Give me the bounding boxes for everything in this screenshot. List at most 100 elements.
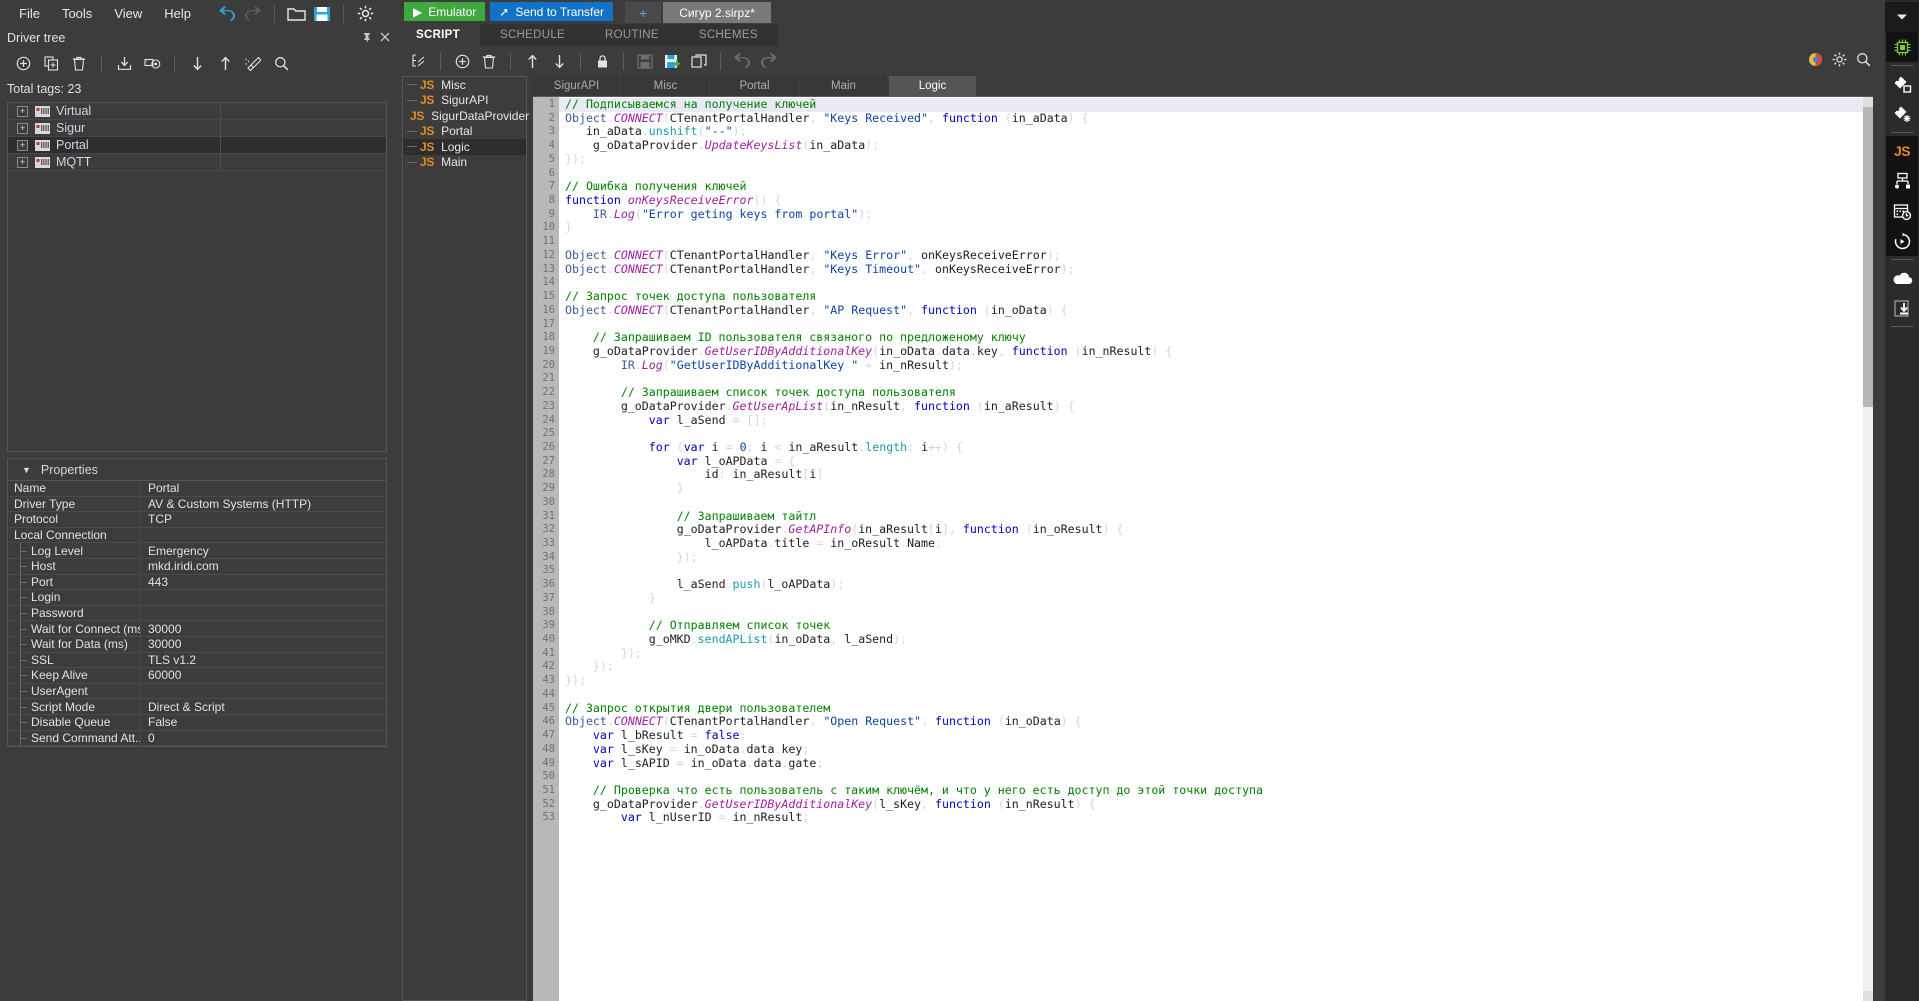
add-driver-icon[interactable] xyxy=(10,52,36,74)
code-line[interactable] xyxy=(559,427,1873,441)
property-value[interactable]: 443 xyxy=(141,575,386,590)
menu-help[interactable]: Help xyxy=(153,3,202,24)
code-line[interactable]: id: in_aResult[i] xyxy=(559,468,1873,482)
copy-driver-icon[interactable] xyxy=(38,52,64,74)
scroll-down-arrow[interactable] xyxy=(1863,991,1873,1001)
delete-driver-icon[interactable] xyxy=(66,52,92,74)
code-line[interactable]: l_aSend.push(l_oAPData); xyxy=(559,578,1873,592)
code-line[interactable]: // Запрос открытия двери пользователем xyxy=(559,702,1873,716)
lock-icon[interactable] xyxy=(589,50,615,72)
save-icon[interactable] xyxy=(632,50,658,72)
open-folder-icon[interactable] xyxy=(283,3,309,25)
property-value[interactable] xyxy=(141,684,386,699)
property-value[interactable]: 30000 xyxy=(141,637,386,652)
code-line[interactable]: g_oDataProvider.UpdateKeysList(in_aData)… xyxy=(559,139,1873,153)
move-down-icon[interactable] xyxy=(184,52,210,74)
property-row[interactable]: UserAgent xyxy=(8,684,386,700)
code-line[interactable]: g_oDataProvider.GetUserIDByAdditionalKey… xyxy=(559,345,1873,359)
script-file-item[interactable]: JSSigurAPI xyxy=(403,93,526,109)
js-icon[interactable]: JS xyxy=(1886,136,1918,166)
section-tab-schemes[interactable]: SCHEMES xyxy=(679,24,778,46)
download-icon[interactable] xyxy=(1886,293,1918,323)
import-db-icon[interactable] xyxy=(139,52,165,74)
tag-add-icon[interactable] xyxy=(1886,69,1918,99)
code-line[interactable]: var l_bResult = false; xyxy=(559,729,1873,743)
save-all-icon[interactable] xyxy=(659,50,685,72)
property-row[interactable]: Script ModeDirect & Script xyxy=(8,699,386,715)
code-line[interactable]: g_oDataProvider.GetAPInfo(in_aResult[i],… xyxy=(559,523,1873,537)
driver-tree-node[interactable]: +MQTT xyxy=(8,154,386,171)
document-tab-sigur2[interactable]: Сигур 2.sirpz* xyxy=(663,2,771,23)
save-icon[interactable] xyxy=(309,3,335,25)
settings-icon[interactable] xyxy=(1832,52,1847,70)
code-line[interactable]: // Запрашиваем ID пользователя связаного… xyxy=(559,331,1873,345)
history-icon[interactable] xyxy=(1886,226,1918,256)
script-file-item[interactable]: JSSigurDataProvider xyxy=(403,108,526,124)
property-value[interactable] xyxy=(141,590,386,605)
delete-icon[interactable] xyxy=(476,50,502,72)
property-value[interactable]: TCP xyxy=(141,512,386,527)
chevron-down-icon[interactable] xyxy=(1885,2,1919,32)
property-value[interactable]: 60000 xyxy=(141,668,386,683)
property-row[interactable]: Hostmkd.iridi.com xyxy=(8,559,386,575)
code-line[interactable]: }); xyxy=(559,647,1873,661)
code-line[interactable] xyxy=(559,372,1873,386)
property-row[interactable]: NamePortal xyxy=(8,481,386,497)
property-row[interactable]: Log LevelEmergency xyxy=(8,543,386,559)
property-value[interactable]: False xyxy=(141,715,386,730)
code-line[interactable]: // Проверка что есть пользователь с таки… xyxy=(559,784,1873,798)
property-value[interactable] xyxy=(141,606,386,621)
script-file-item[interactable]: JSMisc xyxy=(403,77,526,93)
driver-tree[interactable]: +Virtual+Sigur+Portal+MQTT xyxy=(7,102,387,452)
code-line[interactable] xyxy=(559,235,1873,249)
properties-header[interactable]: ▼ Properties xyxy=(7,458,387,480)
code-tab-main[interactable]: Main xyxy=(800,76,887,96)
code-line[interactable]: g_oMKD.sendAPList(in_oData, l_aSend); xyxy=(559,633,1873,647)
code-line[interactable] xyxy=(559,606,1873,620)
code-line[interactable]: } xyxy=(559,592,1873,606)
property-row[interactable]: Local Connection xyxy=(8,528,386,544)
driver-tree-node[interactable]: +Sigur xyxy=(8,120,386,137)
code-line[interactable]: // Запрашиваем список точек доступа поль… xyxy=(559,386,1873,400)
code-line[interactable]: for (var i = 0; i < in_aResult.length; i… xyxy=(559,441,1873,455)
code-tab-misc[interactable]: Misc xyxy=(622,76,709,96)
tree-expander-icon[interactable]: + xyxy=(17,140,28,151)
property-row[interactable]: ProtocolTCP xyxy=(8,512,386,528)
redo-icon[interactable] xyxy=(756,50,782,72)
search-icon[interactable] xyxy=(1856,52,1871,70)
code-line[interactable]: Object.CONNECT(CTenantPortalHandler, "Ke… xyxy=(559,249,1873,263)
code-line[interactable] xyxy=(559,770,1873,784)
code-line[interactable]: Object.CONNECT(CTenantPortalHandler, "Ke… xyxy=(559,112,1873,126)
move-up-icon[interactable] xyxy=(519,50,545,72)
code-line[interactable]: } xyxy=(559,221,1873,235)
code-line[interactable] xyxy=(559,167,1873,181)
pin-icon[interactable] xyxy=(362,31,372,45)
scroll-thumb[interactable] xyxy=(1863,107,1873,407)
chip-icon[interactable] xyxy=(1886,32,1918,62)
move-down-icon[interactable] xyxy=(546,50,572,72)
code-line[interactable]: } xyxy=(559,482,1873,496)
code-line[interactable] xyxy=(559,496,1873,510)
property-row[interactable]: Keep Alive60000 xyxy=(8,668,386,684)
property-value[interactable]: Emergency xyxy=(141,543,386,558)
chevron-down-icon[interactable]: ▼ xyxy=(22,465,31,475)
property-row[interactable]: Wait for Connect (ms)30000 xyxy=(8,621,386,637)
property-row[interactable]: SSLTLS v1.2 xyxy=(8,653,386,669)
code-line[interactable]: var l_oAPData = { xyxy=(559,455,1873,469)
code-line[interactable]: IR.Log("GetUserIDByAdditionalKey " + in_… xyxy=(559,359,1873,373)
code-line[interactable]: function onKeysReceiveError() { xyxy=(559,194,1873,208)
code-line[interactable]: Object.CONNECT(CTenantPortalHandler, "AP… xyxy=(559,304,1873,318)
code-line[interactable]: }); xyxy=(559,153,1873,167)
code-line[interactable]: }); xyxy=(559,660,1873,674)
code-line[interactable]: var l_aSend = []; xyxy=(559,414,1873,428)
property-value[interactable]: 0 xyxy=(141,731,386,746)
script-file-item[interactable]: JSPortal xyxy=(403,124,526,140)
search-icon[interactable] xyxy=(268,52,294,74)
open-external-icon[interactable] xyxy=(686,50,712,72)
driver-tree-node[interactable]: +Virtual xyxy=(8,103,386,120)
code-line[interactable]: // Ошибка получения ключей xyxy=(559,180,1873,194)
script-file-item[interactable]: JSMain xyxy=(403,155,526,171)
tree-expander-icon[interactable]: + xyxy=(17,106,28,117)
code-tab-portal[interactable]: Portal xyxy=(711,76,798,96)
code-line[interactable]: IR.Log("Error geting keys from portal"); xyxy=(559,208,1873,222)
